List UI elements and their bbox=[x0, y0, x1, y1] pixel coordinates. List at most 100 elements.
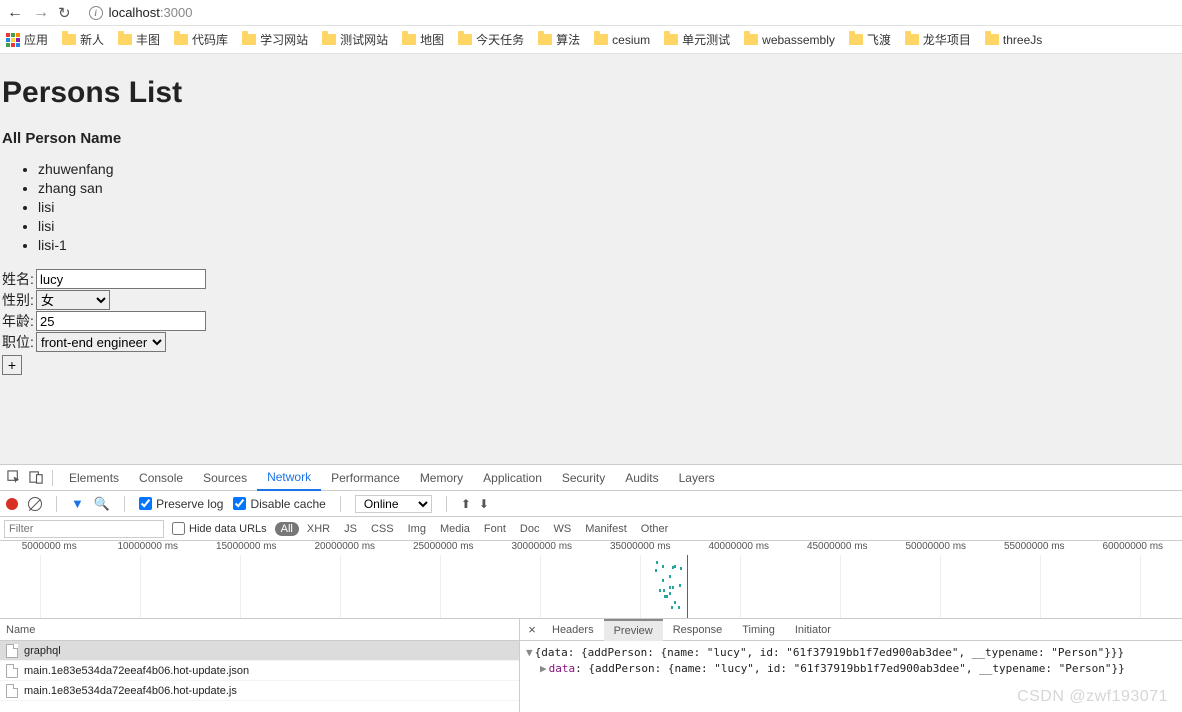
close-response-icon[interactable]: × bbox=[524, 622, 540, 637]
devtools-panel: ElementsConsoleSourcesNetworkPerformance… bbox=[0, 464, 1182, 712]
filter-type-other[interactable]: Other bbox=[635, 522, 675, 536]
filter-type-manifest[interactable]: Manifest bbox=[579, 522, 633, 536]
add-button[interactable]: + bbox=[2, 355, 22, 375]
bookmark-item[interactable]: 今天任务 bbox=[458, 31, 524, 48]
filter-type-js[interactable]: JS bbox=[338, 522, 363, 536]
device-toggle-icon[interactable] bbox=[26, 468, 46, 488]
url-text: localhost:3000 bbox=[109, 5, 193, 20]
timeline-tick: 30000000 ms bbox=[493, 541, 592, 555]
bookmark-item[interactable]: 新人 bbox=[62, 31, 104, 48]
devtools-tab-performance[interactable]: Performance bbox=[321, 465, 410, 491]
bookmark-item[interactable]: cesium bbox=[594, 31, 650, 48]
filter-type-font[interactable]: Font bbox=[478, 522, 512, 536]
request-row[interactable]: graphql bbox=[0, 641, 519, 661]
timeline-tick: 35000000 ms bbox=[591, 541, 690, 555]
bookmarks-bar: 应用 新人丰图代码库学习网站测试网站地图今天任务算法 cesium 单元测试 weba… bbox=[0, 26, 1182, 54]
back-button[interactable]: ← bbox=[6, 4, 24, 22]
response-tab-initiator[interactable]: Initiator bbox=[785, 619, 841, 641]
name-label: 姓名: bbox=[2, 269, 36, 289]
response-tab-timing[interactable]: Timing bbox=[732, 619, 785, 641]
bookmark-item[interactable]: 单元测试 bbox=[664, 31, 730, 48]
bookmark-item[interactable]: 算法 bbox=[538, 31, 580, 48]
bookmark-item[interactable]: webassembly bbox=[744, 31, 835, 48]
filter-type-ws[interactable]: WS bbox=[547, 522, 577, 536]
throttling-select[interactable]: Online bbox=[355, 495, 432, 513]
filter-input[interactable] bbox=[4, 520, 164, 538]
devtools-tab-console[interactable]: Console bbox=[129, 465, 193, 491]
devtools-tab-sources[interactable]: Sources bbox=[193, 465, 257, 491]
timeline-tick: 20000000 ms bbox=[296, 541, 395, 555]
filter-toggle-icon[interactable]: ▼ bbox=[71, 496, 84, 511]
response-tab-response[interactable]: Response bbox=[663, 619, 733, 641]
file-icon bbox=[6, 644, 18, 658]
devtools-tab-application[interactable]: Application bbox=[473, 465, 552, 491]
file-icon bbox=[6, 684, 18, 698]
bookmark-item[interactable]: 地图 bbox=[402, 31, 444, 48]
filter-type-all[interactable]: All bbox=[275, 522, 299, 536]
folder-icon bbox=[174, 34, 188, 45]
age-label: 年龄: bbox=[2, 311, 36, 331]
network-toolbar: ▼ 🔍 Preserve log Disable cache Online ⬆ … bbox=[0, 491, 1182, 517]
response-tab-preview[interactable]: Preview bbox=[604, 619, 663, 641]
watermark: CSDN @zwf193071 bbox=[1017, 688, 1168, 706]
download-har-icon[interactable]: ⬇ bbox=[479, 497, 489, 511]
timeline-tick: 25000000 ms bbox=[394, 541, 493, 555]
bookmark-item[interactable]: 代码库 bbox=[174, 31, 228, 48]
response-tab-headers[interactable]: Headers bbox=[542, 619, 604, 641]
folder-icon bbox=[594, 34, 608, 45]
bookmark-item[interactable]: 丰图 bbox=[118, 31, 160, 48]
age-input[interactable] bbox=[36, 311, 206, 331]
reload-button[interactable]: ↻ bbox=[58, 4, 71, 22]
filter-type-img[interactable]: Img bbox=[402, 522, 432, 536]
upload-har-icon[interactable]: ⬆ bbox=[461, 497, 471, 511]
site-info-icon[interactable]: i bbox=[89, 6, 103, 20]
browser-nav-bar: ← → ↻ i localhost:3000 bbox=[0, 0, 1182, 26]
page-subtitle: All Person Name bbox=[2, 130, 1180, 147]
filter-type-media[interactable]: Media bbox=[434, 522, 476, 536]
address-bar[interactable]: i localhost:3000 bbox=[79, 2, 1176, 24]
hide-data-urls-checkbox[interactable]: Hide data URLs bbox=[172, 522, 267, 535]
search-icon[interactable]: 🔍 bbox=[94, 496, 110, 512]
devtools-tab-layers[interactable]: Layers bbox=[669, 465, 725, 491]
page-content: Persons List All Person Name zhuwenfangz… bbox=[0, 54, 1182, 464]
job-select[interactable]: front-end engineer bbox=[36, 332, 166, 352]
job-label: 职位: bbox=[2, 332, 36, 352]
preserve-log-checkbox[interactable]: Preserve log bbox=[139, 497, 223, 511]
record-button[interactable] bbox=[6, 498, 18, 510]
bookmark-item[interactable]: 测试网站 bbox=[322, 31, 388, 48]
bookmark-item[interactable]: 学习网站 bbox=[242, 31, 308, 48]
folder-icon bbox=[62, 34, 76, 45]
gender-label: 性别: bbox=[2, 290, 36, 310]
apps-icon bbox=[6, 33, 20, 47]
timeline-tick: 40000000 ms bbox=[690, 541, 789, 555]
devtools-tab-network[interactable]: Network bbox=[257, 465, 321, 491]
inspect-icon[interactable] bbox=[4, 468, 24, 488]
timeline-cursor bbox=[687, 555, 688, 618]
request-row[interactable]: main.1e83e534da72eeaf4b06.hot-update.jso… bbox=[0, 661, 519, 681]
request-row[interactable]: main.1e83e534da72eeaf4b06.hot-update.js bbox=[0, 681, 519, 701]
bookmark-item[interactable]: 龙华项目 bbox=[905, 31, 971, 48]
devtools-tab-elements[interactable]: Elements bbox=[59, 465, 129, 491]
folder-icon bbox=[744, 34, 758, 45]
name-input[interactable] bbox=[36, 269, 206, 289]
devtools-tab-security[interactable]: Security bbox=[552, 465, 615, 491]
bookmark-item[interactable]: 飞渡 bbox=[849, 31, 891, 48]
forward-button: → bbox=[32, 4, 50, 22]
bookmark-item[interactable]: threeJs bbox=[985, 31, 1042, 48]
folder-icon bbox=[458, 34, 472, 45]
devtools-tab-memory[interactable]: Memory bbox=[410, 465, 473, 491]
devtools-tab-audits[interactable]: Audits bbox=[615, 465, 668, 491]
filter-type-css[interactable]: CSS bbox=[365, 522, 400, 536]
apps-label: 应用 bbox=[24, 31, 48, 48]
persons-list: zhuwenfangzhang sanlisilisilisi-1 bbox=[38, 161, 1180, 253]
folder-icon bbox=[242, 34, 256, 45]
filter-type-xhr[interactable]: XHR bbox=[301, 522, 336, 536]
filter-type-doc[interactable]: Doc bbox=[514, 522, 546, 536]
gender-select[interactable]: 女 bbox=[36, 290, 110, 310]
clear-button[interactable] bbox=[28, 497, 42, 511]
network-timeline[interactable]: 5000000 ms10000000 ms15000000 ms20000000… bbox=[0, 541, 1182, 619]
disable-cache-checkbox[interactable]: Disable cache bbox=[233, 497, 325, 511]
folder-icon bbox=[849, 34, 863, 45]
folder-icon bbox=[905, 34, 919, 45]
apps-button[interactable]: 应用 bbox=[6, 31, 48, 48]
